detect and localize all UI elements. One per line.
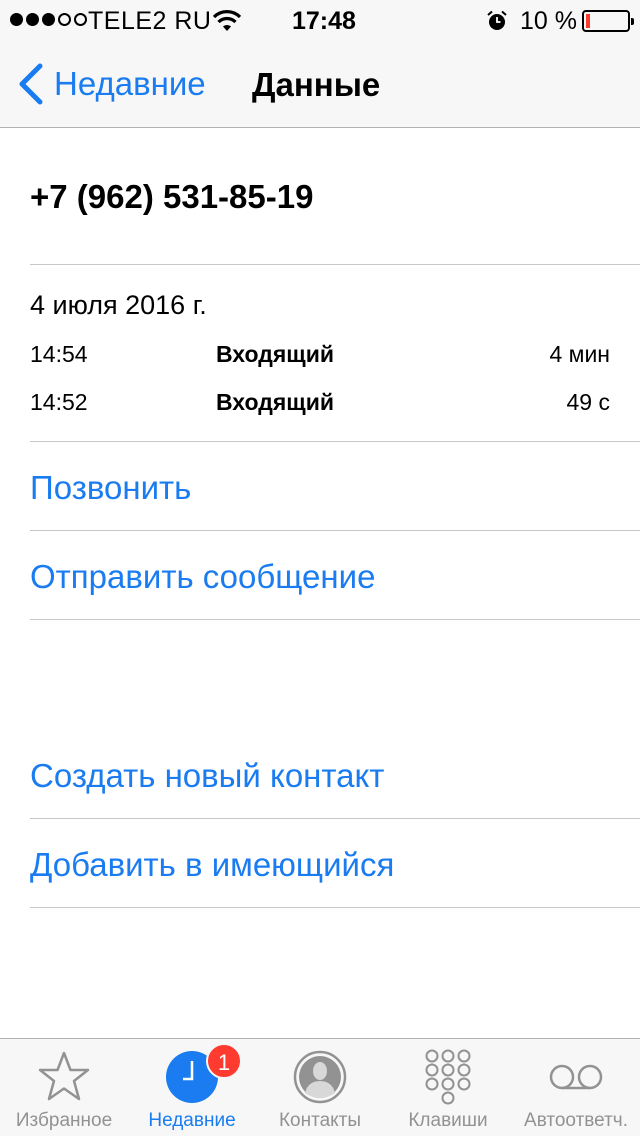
call-duration: 49 с [566, 389, 610, 415]
status-time: 17:48 [292, 7, 356, 35]
tab-contacts[interactable]: Контакты [256, 1039, 384, 1136]
call-time: 14:54 [30, 341, 88, 367]
tab-favorites[interactable]: Избранное [0, 1039, 128, 1136]
star-icon [38, 1051, 90, 1101]
call-type: Входящий [216, 341, 334, 367]
back-button[interactable]: Недавние [14, 62, 206, 106]
tab-bar: Избранное 1 Недавние Контакты Клавиши Ав… [0, 1038, 640, 1136]
divider [30, 441, 640, 442]
call-button[interactable]: Позвонить [30, 469, 191, 507]
call-type: Входящий [216, 389, 334, 415]
call-history-row: 14:54 Входящий 4 мин [30, 341, 610, 375]
voicemail-icon [549, 1064, 603, 1090]
send-message-button[interactable]: Отправить сообщение [30, 558, 375, 596]
wifi-icon [212, 10, 242, 31]
page-title: Данные [252, 66, 381, 103]
tab-label: Автоответч. [524, 1110, 628, 1131]
divider [30, 530, 640, 531]
divider [30, 818, 640, 819]
call-duration: 4 мин [549, 341, 610, 367]
battery-level-fill [586, 14, 590, 28]
divider [30, 619, 640, 620]
call-date: 4 июля 2016 г. [30, 290, 207, 320]
divider [30, 907, 640, 908]
navigation-bar: Недавние Данные [0, 40, 640, 128]
status-bar: TELE2 RU 17:48 10 % [0, 0, 640, 40]
battery-percentage: 10 % [520, 7, 577, 35]
tab-keypad[interactable]: Клавиши [384, 1039, 512, 1136]
carrier-name: TELE2 RU [88, 7, 212, 35]
screen: TELE2 RU 17:48 10 % Недавние Данные +7 (… [0, 0, 640, 1136]
notification-badge: 1 [206, 1043, 242, 1079]
create-new-contact-button[interactable]: Создать новый контакт [30, 757, 384, 795]
tab-voicemail[interactable]: Автоответч. [512, 1039, 640, 1136]
call-history-row: 14:52 Входящий 49 с [30, 389, 610, 423]
tab-label: Избранное [15, 1110, 113, 1131]
keypad-icon [425, 1049, 471, 1105]
tab-label: Контакты [278, 1110, 362, 1131]
person-icon [293, 1050, 347, 1104]
tab-label: Клавиши [408, 1110, 488, 1131]
phone-number: +7 (962) 531-85-19 [30, 178, 314, 215]
divider [30, 264, 640, 265]
chevron-left-icon [19, 63, 43, 105]
tab-recents[interactable]: 1 Недавние [128, 1039, 256, 1136]
battery-icon [582, 10, 634, 32]
call-time: 14:52 [30, 389, 88, 415]
signal-strength-icon [10, 13, 87, 26]
back-button-label: Недавние [54, 65, 206, 102]
alarm-icon [487, 10, 507, 30]
tab-label: Недавние [148, 1110, 236, 1131]
add-to-existing-contact-button[interactable]: Добавить в имеющийся [30, 846, 394, 884]
